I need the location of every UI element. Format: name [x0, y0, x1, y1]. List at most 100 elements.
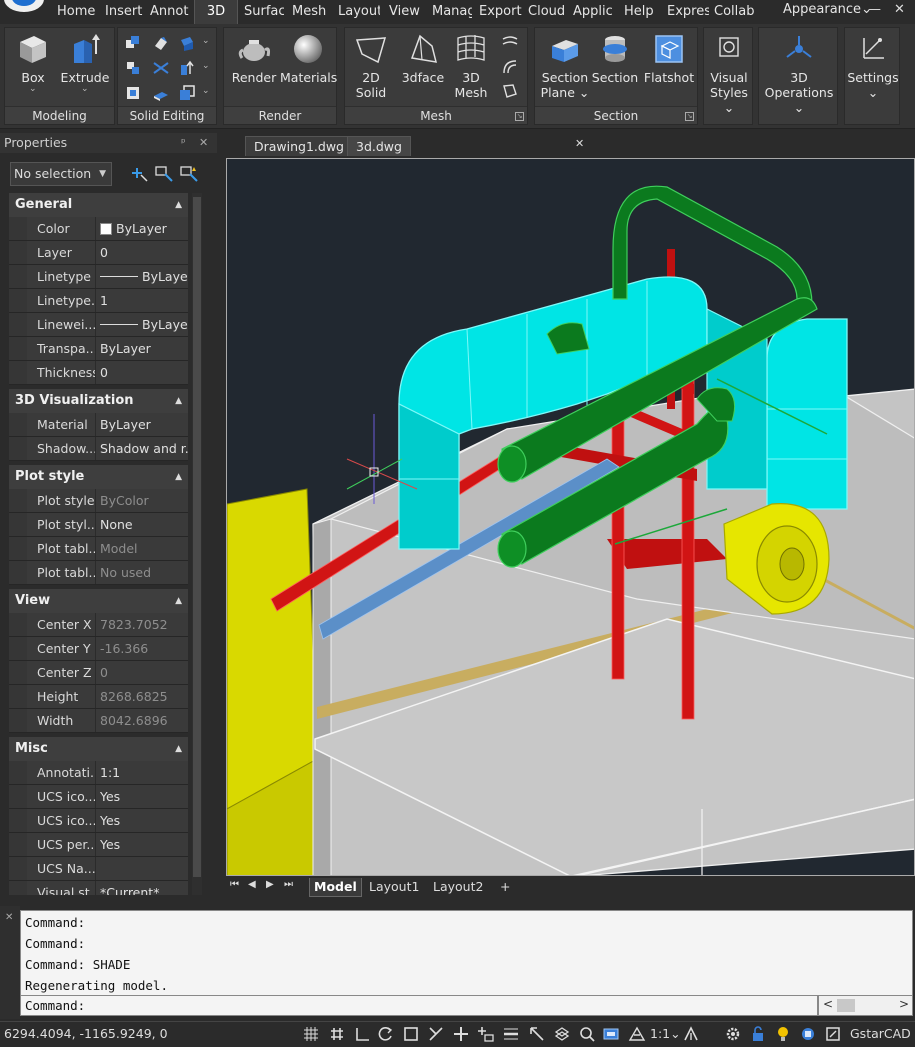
- close-icon[interactable]: ✕: [199, 133, 208, 153]
- property-row[interactable]: Center Z0: [9, 661, 188, 685]
- category-plot-style[interactable]: Plot style ▲: [9, 465, 188, 489]
- property-row[interactable]: Material ByLayer: [9, 413, 188, 437]
- copy-edges-icon[interactable]: [178, 84, 196, 102]
- property-row[interactable]: Layer 0: [9, 241, 188, 265]
- extrude-face-icon[interactable]: [178, 59, 196, 77]
- materials-button[interactable]: Materials: [280, 32, 337, 85]
- object-snap-icon[interactable]: [402, 1025, 420, 1043]
- quick-select-icon[interactable]: [178, 163, 200, 185]
- transparency-icon[interactable]: [528, 1025, 546, 1043]
- coordinates-readout[interactable]: 6294.4094, -1165.9249, 0: [4, 1026, 168, 1041]
- shell-icon[interactable]: [124, 84, 142, 102]
- selection-dropdown[interactable]: No selection ▼: [10, 162, 112, 186]
- dynamic-ucs-icon[interactable]: [452, 1025, 470, 1043]
- doc-tab-drawing1[interactable]: Drawing1.dwg: [245, 136, 353, 156]
- subtract-icon[interactable]: [152, 34, 170, 52]
- tab-surface[interactable]: Surfac: [240, 0, 284, 24]
- 3dface-button[interactable]: 3dface: [397, 32, 449, 85]
- property-row[interactable]: Linetype...1: [9, 289, 188, 313]
- property-row[interactable]: UCS Na...: [9, 857, 188, 881]
- taper-icon[interactable]: [152, 59, 170, 77]
- property-row[interactable]: Center X 7823.7052: [9, 613, 188, 637]
- dynamic-input-icon[interactable]: [477, 1025, 495, 1043]
- isolate-objects-icon[interactable]: [799, 1025, 817, 1043]
- grid-icon[interactable]: [302, 1025, 320, 1043]
- tab-help[interactable]: Help: [620, 0, 660, 24]
- 2d-solid-button[interactable]: 2D Solid: [351, 32, 391, 100]
- property-row[interactable]: Plot style ByColor: [9, 489, 188, 513]
- property-row[interactable]: Plot tabl... No used: [9, 561, 188, 585]
- property-row[interactable]: Visual st...*Current*: [9, 881, 188, 895]
- appearance-menu[interactable]: Appearance⌄: [783, 0, 872, 22]
- visual-styles-button[interactable]: Visual Styles ⌄: [704, 32, 754, 115]
- polar-tracking-icon[interactable]: [376, 1025, 394, 1043]
- tab-collaborate[interactable]: Collab: [710, 0, 760, 24]
- prev-tab-icon[interactable]: ◀: [248, 879, 256, 890]
- add-layout-button[interactable]: +: [496, 878, 514, 897]
- property-row[interactable]: Plot styl... None: [9, 513, 188, 537]
- tab-home[interactable]: Home: [53, 0, 97, 24]
- render-button[interactable]: Render: [228, 32, 280, 85]
- fullscreen-icon[interactable]: [824, 1025, 842, 1043]
- tab-3d[interactable]: 3D: [194, 0, 238, 24]
- property-row[interactable]: Linewei... ByLayer: [9, 313, 188, 337]
- property-row[interactable]: Transpa... ByLayer: [9, 337, 188, 361]
- union-icon[interactable]: [124, 34, 142, 52]
- category-misc[interactable]: Misc ▲: [9, 737, 188, 761]
- close-icon[interactable]: ✕: [894, 2, 905, 17]
- tab-manage[interactable]: Manag: [428, 0, 472, 24]
- property-row[interactable]: UCS per... Yes: [9, 833, 188, 857]
- select-objects-icon[interactable]: [153, 163, 175, 185]
- section-plane-button[interactable]: Section Plane ⌄: [539, 32, 591, 100]
- edgesurf-icon[interactable]: [501, 82, 519, 100]
- tab-model[interactable]: Model: [309, 878, 362, 897]
- annotation-visibility-icon[interactable]: [682, 1025, 700, 1043]
- category-view[interactable]: View ▲: [9, 589, 188, 613]
- scroll-left-icon[interactable]: <: [823, 997, 833, 1011]
- property-row[interactable]: Center Y -16.366: [9, 637, 188, 661]
- selection-cycling-icon[interactable]: [553, 1025, 571, 1043]
- property-row[interactable]: Color ByLayer: [9, 217, 188, 241]
- scrollbar-thumb[interactable]: [837, 999, 855, 1012]
- move-face-icon[interactable]: [124, 59, 142, 77]
- flatshot-button[interactable]: Flatshot: [643, 32, 695, 85]
- intersect-icon[interactable]: [178, 34, 196, 52]
- scrollbar-thumb[interactable]: [193, 197, 201, 877]
- model-space-icon[interactable]: [602, 1025, 620, 1043]
- section-panel-launcher-icon[interactable]: ↘: [685, 112, 694, 121]
- command-input[interactable]: Command:: [20, 995, 818, 1016]
- category-3d-visualization[interactable]: 3D Visualization ▲: [9, 389, 188, 413]
- property-row[interactable]: Plot tabl... Model: [9, 537, 188, 561]
- last-tab-icon[interactable]: ⏭: [284, 879, 293, 890]
- settings-button[interactable]: Settings ⌄: [845, 32, 901, 100]
- extrude-button[interactable]: Extrude ⌄: [57, 32, 113, 94]
- tab-layout1[interactable]: Layout1: [365, 878, 423, 897]
- annotation-scale-icon[interactable]: [628, 1025, 646, 1043]
- revsurf-icon[interactable]: [501, 34, 519, 52]
- tab-insert[interactable]: Insert: [101, 0, 145, 24]
- lineweight-icon[interactable]: [502, 1025, 520, 1043]
- property-row[interactable]: Annotati...1:1: [9, 761, 188, 785]
- first-tab-icon[interactable]: ⏮: [230, 879, 239, 890]
- tab-export[interactable]: Export: [475, 0, 523, 24]
- snap-icon[interactable]: [328, 1025, 346, 1043]
- property-row[interactable]: UCS ico... Yes: [9, 809, 188, 833]
- app-logo-icon[interactable]: [4, 0, 44, 12]
- command-line-grip[interactable]: ✕: [0, 906, 20, 1019]
- tab-express[interactable]: Expres: [663, 0, 709, 24]
- section-button[interactable]: Section: [589, 32, 641, 85]
- command-scrollbar[interactable]: < >: [818, 995, 913, 1016]
- property-row[interactable]: Thickness 0: [9, 361, 188, 385]
- tab-layout2[interactable]: Layout2: [429, 878, 487, 897]
- property-row[interactable]: Shadow... Shadow and r...: [9, 437, 188, 461]
- tab-annotate[interactable]: Annot: [146, 0, 190, 24]
- tab-applications[interactable]: Applic: [569, 0, 617, 24]
- drawing-viewport[interactable]: [226, 158, 915, 876]
- tab-layout[interactable]: Layout: [334, 0, 380, 24]
- toggle-pickadd-icon[interactable]: [128, 163, 150, 185]
- tab-view[interactable]: View: [385, 0, 425, 24]
- tab-cloud[interactable]: Cloud: [524, 0, 568, 24]
- box-button[interactable]: Box ⌄: [13, 32, 53, 94]
- scroll-right-icon[interactable]: >: [899, 997, 909, 1011]
- gear-icon[interactable]: [724, 1025, 742, 1043]
